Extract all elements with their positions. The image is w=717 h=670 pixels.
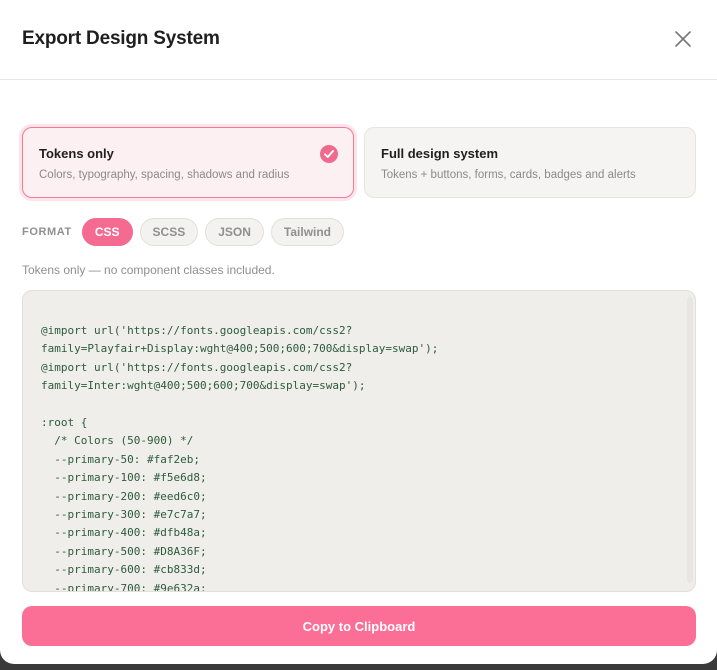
format-chip-scss[interactable]: SCSS: [139, 218, 199, 246]
code-preview[interactable]: @import url('https://fonts.googleapis.co…: [22, 290, 696, 592]
export-note: Tokens only — no component classes inclu…: [22, 263, 275, 277]
format-chip-tailwind[interactable]: Tailwind: [270, 218, 345, 246]
code-content: @import url('https://fonts.googleapis.co…: [41, 324, 439, 592]
option-tokens-only[interactable]: Tokens only Colors, typography, spacing,…: [22, 127, 354, 198]
option-description: Tokens + buttons, forms, cards, badges a…: [381, 169, 636, 181]
copy-to-clipboard-button[interactable]: Copy to Clipboard: [22, 606, 696, 646]
option-description: Colors, typography, spacing, shadows and…: [39, 169, 290, 181]
dialog-header: Export Design System: [0, 0, 717, 80]
format-label: FORMAT: [22, 226, 72, 238]
close-button[interactable]: [671, 27, 695, 51]
close-icon: [675, 31, 691, 47]
check-icon: [320, 145, 338, 163]
dialog-title: Export Design System: [22, 28, 220, 49]
format-chip-css[interactable]: CSS: [81, 218, 133, 246]
format-selector: FORMAT CSS SCSS JSON Tailwind: [22, 217, 351, 247]
code-scrollbar[interactable]: [687, 297, 693, 583]
format-chip-json[interactable]: JSON: [205, 218, 264, 246]
option-title: Tokens only: [39, 146, 114, 161]
option-full-design-system[interactable]: Full design system Tokens + buttons, for…: [364, 127, 696, 198]
option-title: Full design system: [381, 146, 499, 161]
export-dialog: Export Design System Tokens only Colors,…: [0, 0, 717, 664]
